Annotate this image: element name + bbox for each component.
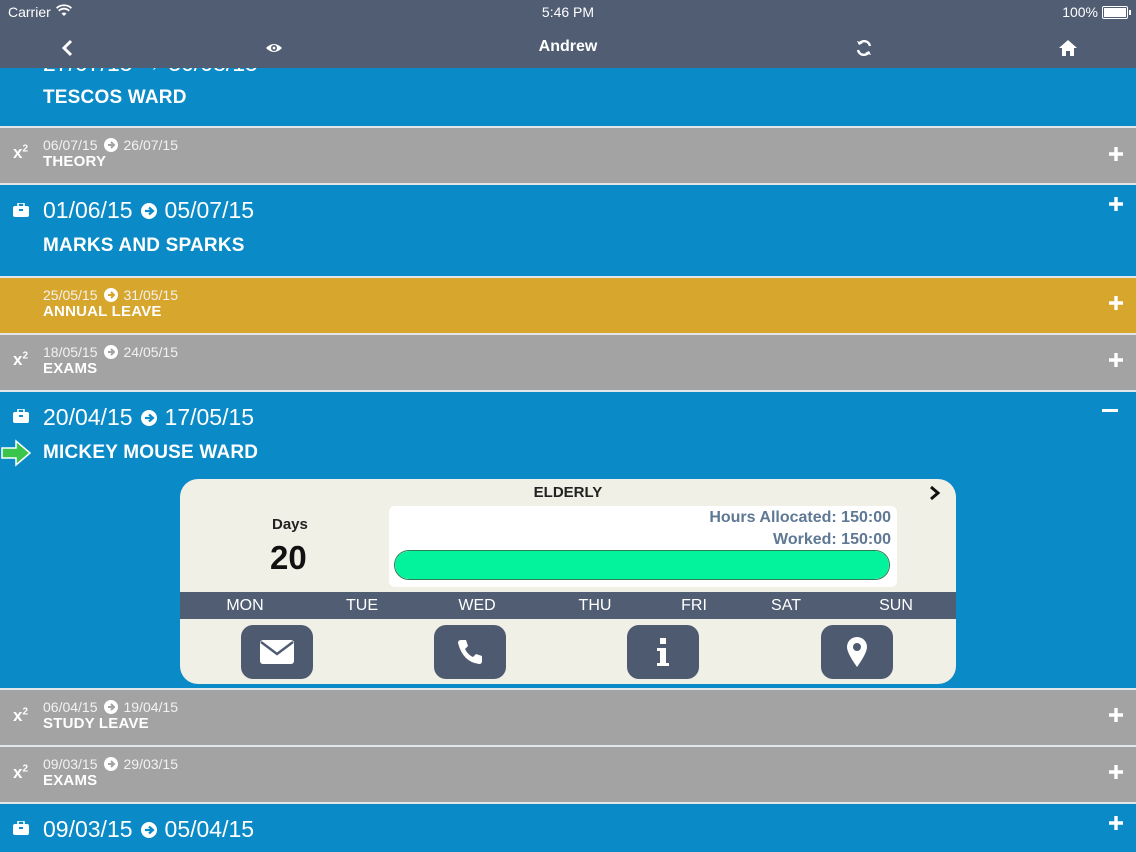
page-title: Andrew: [538, 38, 598, 55]
weekday-label: WED: [458, 597, 496, 614]
start-date: 20/04/15: [43, 404, 133, 430]
envelope-icon: [260, 640, 294, 664]
row-name: MICKEY MOUSE WARD: [43, 442, 259, 463]
end-date: 19/04/15: [123, 699, 179, 715]
weekday-label: TUE: [346, 597, 378, 614]
start-date: 09/03/15: [43, 816, 133, 842]
start-date: 18/05/15: [43, 344, 98, 360]
row-date-range: 09/03/15 05/04/15: [43, 816, 254, 843]
expand-plus-icon[interactable]: [1108, 352, 1124, 368]
row-name: TESCOS WARD: [43, 87, 187, 108]
end-date: 26/07/15: [123, 137, 179, 153]
timeline-row-tescos[interactable]: 27/07/15 → 30/08/15 TESCOS WARD: [0, 50, 1136, 126]
end-date: 24/05/15: [123, 344, 179, 360]
arrow-right-circle-icon: [140, 202, 157, 219]
arrow-right-circle-icon: [103, 138, 118, 152]
expand-plus-icon[interactable]: [1108, 295, 1124, 311]
map-pin-icon: [847, 637, 867, 667]
start-date: 06/07/15: [43, 137, 98, 153]
arrow-right-circle-icon: [103, 700, 118, 714]
theory-x2-icon: x2: [13, 350, 29, 369]
row-name: ANNUAL LEAVE: [43, 303, 162, 320]
collapse-minus-icon[interactable]: [1102, 409, 1118, 412]
phone-button[interactable]: [434, 625, 506, 679]
row-date-range: 06/07/15 26/07/15: [43, 137, 178, 153]
hours-allocated: Hours Allocated: 150:00: [709, 509, 891, 526]
end-date: 31/05/15: [123, 287, 179, 303]
arrow-right-circle-icon: [103, 288, 118, 302]
end-date: 05/04/15: [164, 816, 255, 842]
timeline-row-theory[interactable]: x2 06/07/15 26/07/15 THEORY: [0, 128, 1136, 183]
timeline-row-exams[interactable]: x2 18/05/15 24/05/15 EXAMS: [0, 335, 1136, 390]
email-button[interactable]: [241, 625, 313, 679]
arrow-right-circle-icon: [103, 757, 118, 771]
status-bar: Carrier 5:46 PM 100%: [0, 0, 1136, 24]
weekday-label: MON: [226, 597, 264, 614]
weekday-bar: MON TUE WED THU FRI SAT SUN: [180, 592, 956, 619]
nav-bar: Andrew: [0, 28, 1136, 66]
current-placement-arrow-icon: [1, 439, 32, 467]
arrow-right-circle-icon: [140, 821, 157, 838]
start-date: 06/04/15: [43, 699, 98, 715]
row-name: EXAMS: [43, 360, 98, 377]
weekday-label: SUN: [879, 597, 913, 614]
expand-plus-icon[interactable]: [1108, 196, 1124, 212]
location-button[interactable]: [821, 625, 893, 679]
expand-plus-icon[interactable]: [1108, 764, 1124, 780]
timeline-row-exams-2[interactable]: x2 09/03/15 29/03/15 EXAMS: [0, 747, 1136, 802]
end-date: 05/07/15: [164, 197, 255, 223]
info-button[interactable]: [627, 625, 699, 679]
battery-percent: 100%: [1062, 4, 1098, 20]
weekday-label: FRI: [681, 597, 707, 614]
row-date-range: 06/04/15 19/04/15: [43, 699, 178, 715]
hours-worked: Worked: 150:00: [773, 531, 891, 548]
row-date-range: 20/04/15 17/05/15: [43, 404, 254, 431]
info-icon: [657, 638, 669, 666]
battery-icon: [1102, 6, 1131, 19]
placement-detail-card: ELDERLY Days 20 Hours Allocated: 150:00 …: [180, 479, 956, 684]
arrow-right-circle-icon: [103, 345, 118, 359]
expand-plus-icon[interactable]: [1108, 707, 1124, 723]
expand-plus-icon[interactable]: [1108, 815, 1124, 831]
row-name: MARKS AND SPARKS: [43, 235, 245, 256]
theory-x2-icon: x2: [13, 143, 29, 162]
row-date-range: 09/03/15 29/03/15: [43, 756, 178, 772]
row-date-range: 25/05/15 31/05/15: [43, 287, 178, 303]
arrow-right-circle-icon: [140, 409, 157, 426]
row-date-range: 01/06/15 05/07/15: [43, 197, 254, 224]
row-date-range: 18/05/15 24/05/15: [43, 344, 178, 360]
timeline-row-placement-bottom[interactable]: 09/03/15 05/04/15: [0, 804, 1136, 852]
briefcase-icon: [13, 409, 29, 423]
days-label: Days: [272, 516, 308, 533]
chevron-right-icon[interactable]: [928, 485, 942, 501]
theory-x2-icon: x2: [13, 763, 29, 782]
phone-icon: [458, 640, 482, 664]
row-name: STUDY LEAVE: [43, 715, 149, 732]
briefcase-icon: [13, 203, 29, 217]
timeline-row-study-leave[interactable]: x2 06/04/15 19/04/15 STUDY LEAVE: [0, 690, 1136, 745]
timeline-row-marks-and-sparks[interactable]: 01/06/15 05/07/15 MARKS AND SPARKS: [0, 185, 1136, 276]
start-date: 09/03/15: [43, 756, 98, 772]
briefcase-icon: [13, 821, 29, 835]
days-value: 20: [270, 539, 307, 576]
end-date: 17/05/15: [164, 404, 255, 430]
expand-plus-icon[interactable]: [1108, 146, 1124, 162]
placement-category: ELDERLY: [533, 484, 603, 501]
app-header: Carrier 5:46 PM 100% Andrew: [0, 0, 1136, 68]
end-date: 29/03/15: [123, 756, 179, 772]
clock: 5:46 PM: [541, 4, 595, 20]
theory-x2-icon: x2: [13, 706, 29, 725]
weekday-label: THU: [578, 597, 612, 614]
home-icon[interactable]: [1056, 36, 1080, 60]
hours-panel: Hours Allocated: 150:00 Worked: 150:00: [389, 506, 897, 587]
timeline-row-annual-leave[interactable]: 25/05/15 31/05/15 ANNUAL LEAVE: [0, 278, 1136, 333]
start-date: 01/06/15: [43, 197, 133, 223]
weekday-label: SAT: [771, 597, 801, 614]
hours-progress-bar: [394, 550, 890, 580]
row-name: EXAMS: [43, 772, 98, 789]
start-date: 25/05/15: [43, 287, 98, 303]
refresh-icon[interactable]: [852, 36, 876, 60]
row-name: THEORY: [43, 153, 107, 170]
